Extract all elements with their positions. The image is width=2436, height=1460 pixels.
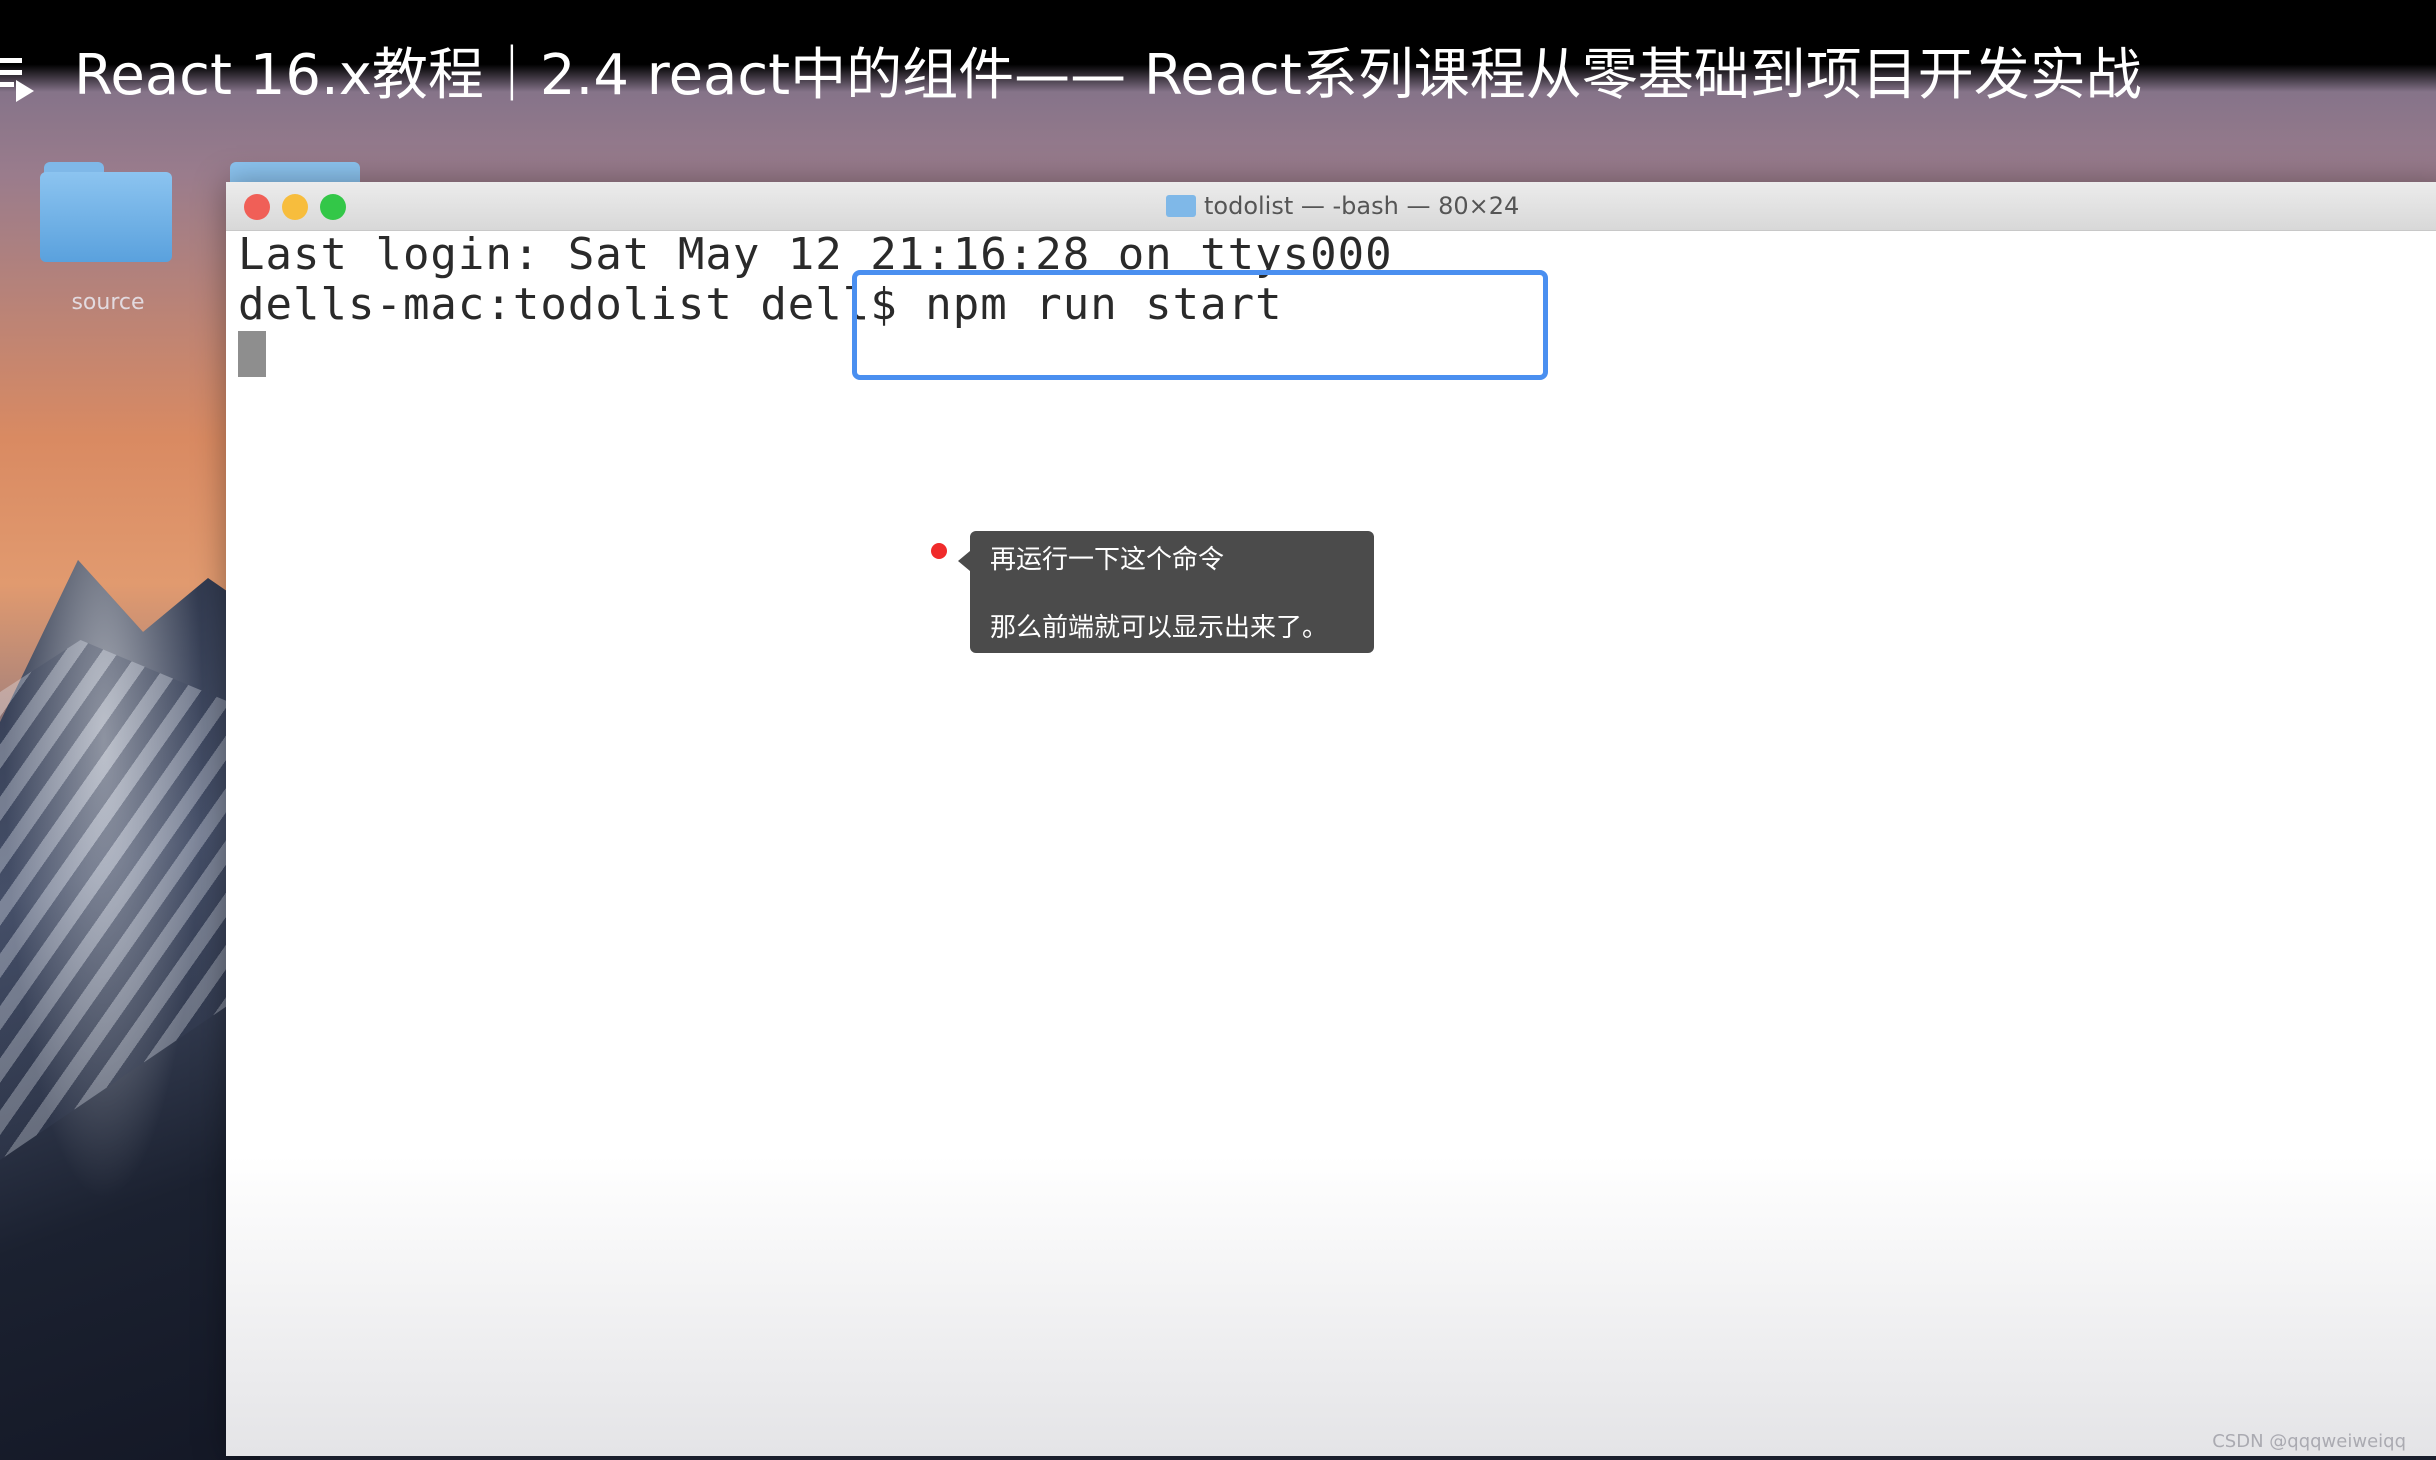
folder-body (40, 172, 172, 262)
video-title: React 16.x教程｜2.4 react中的组件—— React系列课程从零… (74, 43, 2142, 108)
watermark: CSDN @qqqweiweiqq (2212, 1431, 2406, 1452)
minimize-window-button[interactable] (282, 194, 308, 220)
folder-icon (1166, 195, 1196, 217)
command-highlight-box (852, 270, 1548, 380)
playlist-icon[interactable] (0, 50, 40, 110)
annotation-line-1: 再运行一下这个命令 (990, 545, 1225, 575)
video-title-bar: React 16.x教程｜2.4 react中的组件—— React系列课程从零… (0, 0, 2436, 108)
zoom-window-button[interactable] (320, 194, 346, 220)
close-window-button[interactable] (244, 194, 270, 220)
terminal-fade (226, 1156, 2436, 1456)
terminal-title-text: todolist — -bash — 80×24 (1204, 192, 1520, 220)
desktop-folder-label: source (71, 290, 145, 315)
video-frame: source todolist — -bash — 80×24 Last log… (0, 0, 2436, 1460)
terminal-cursor (238, 331, 266, 377)
terminal-titlebar[interactable]: todolist — -bash — 80×24 (226, 182, 2436, 231)
desktop-folder-icon[interactable] (40, 162, 176, 262)
annotation-line-2: 那么前端就可以显示出来了。 (990, 613, 1329, 643)
terminal-title: todolist — -bash — 80×24 (1166, 190, 1519, 222)
annotation-tooltip: 再运行一下这个命令 那么前端就可以显示出来了。 (958, 531, 1374, 653)
annotation-marker[interactable] (931, 543, 947, 559)
